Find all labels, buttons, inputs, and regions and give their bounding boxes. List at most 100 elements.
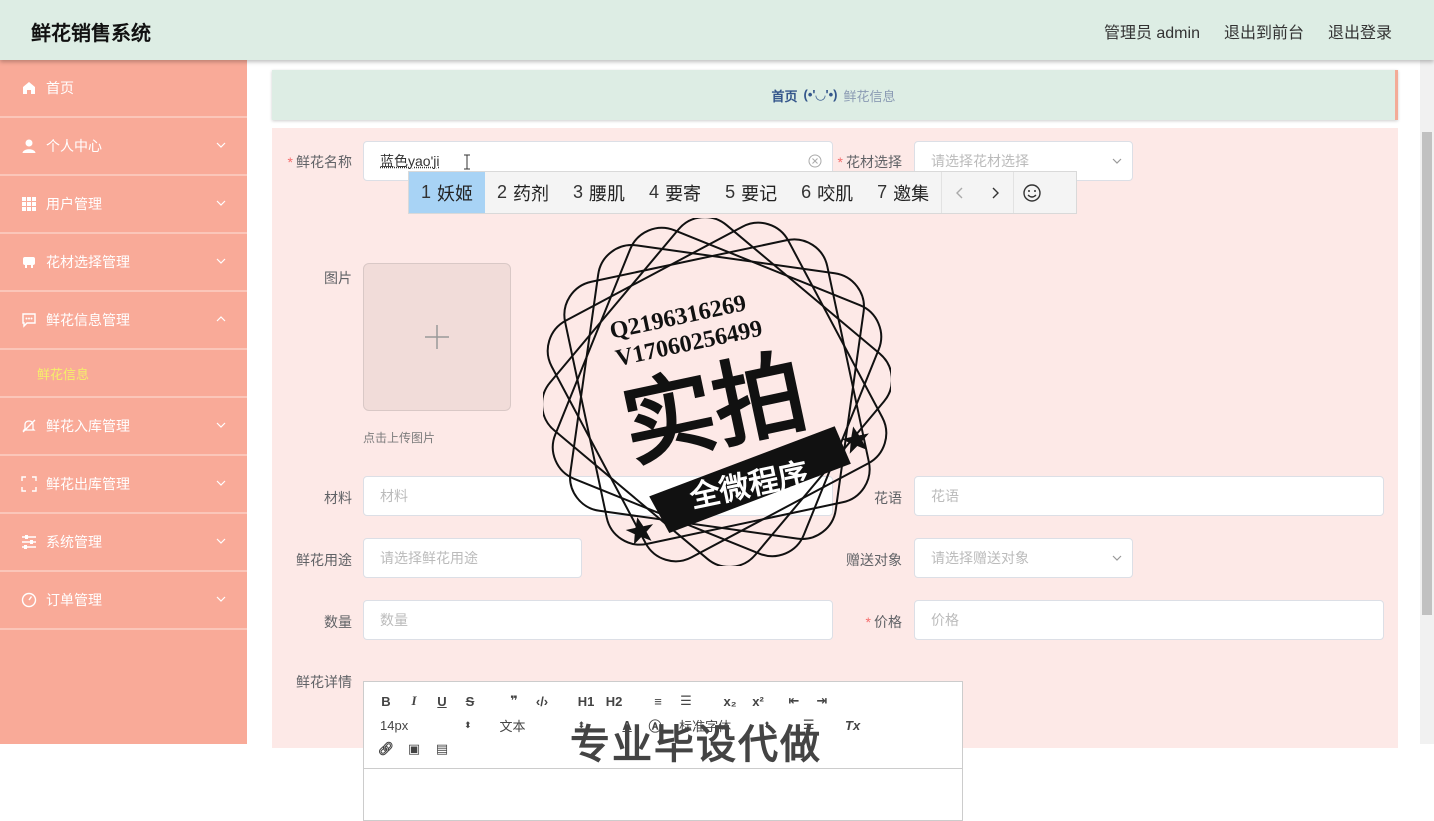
editor-toolbar-row-3: 🔗︎ ▣ ▤ <box>372 738 456 760</box>
scan-icon <box>21 476 37 492</box>
video-icon[interactable]: ▤ <box>428 738 456 760</box>
breadcrumb-current: 鲜花信息 <box>843 88 896 104</box>
bold-button[interactable]: B <box>372 690 400 712</box>
gift-target-placeholder: 请选择赠送对象 <box>931 550 1029 566</box>
sidebar-item-orders[interactable]: 订单管理 <box>0 572 247 630</box>
italic-button[interactable]: I <box>400 690 428 712</box>
price-input[interactable]: 价格 <box>914 600 1384 640</box>
required-mark: * <box>837 154 843 170</box>
admin-label[interactable]: 管理员 admin <box>1104 19 1200 43</box>
sidebar-item-label: 用户管理 <box>46 196 102 212</box>
quantity-label: 数量 <box>324 614 352 630</box>
link-icon[interactable]: 🔗︎ <box>372 738 400 760</box>
clear-format-icon[interactable]: Tx <box>839 714 867 736</box>
quantity-input[interactable]: 数量 <box>363 600 833 640</box>
ime-candidate[interactable]: 7 邀集 <box>865 172 941 213</box>
quote-button[interactable]: ❞ <box>500 690 528 712</box>
clear-icon[interactable] <box>808 154 822 168</box>
sidebar-item-flower-info[interactable]: 鲜花信息管理 <box>0 292 247 350</box>
chevron-down-icon <box>1112 555 1122 561</box>
sidebar-item-label: 花材选择管理 <box>46 254 130 270</box>
scrollbar-thumb[interactable] <box>1422 132 1432 615</box>
bell-off-icon <box>21 418 37 434</box>
sidebar-item-personal[interactable]: 个人中心 <box>0 118 247 176</box>
bullet-list-button[interactable]: ☰ <box>672 690 700 712</box>
code-button[interactable]: ‹/› <box>528 690 556 712</box>
usage-label: 鲜花用途 <box>296 552 352 568</box>
exit-to-front-link[interactable]: 退出到前台 <box>1224 19 1304 43</box>
sidebar-subitem-flower-info[interactable]: 鲜花信息 <box>0 350 247 398</box>
ordered-list-button[interactable]: ≡ <box>644 690 672 712</box>
underline-button[interactable]: U <box>428 690 456 712</box>
sidebar-item-label: 系统管理 <box>46 534 102 550</box>
strike-button[interactable]: S <box>456 690 484 712</box>
subscript-button[interactable]: x₂ <box>716 690 744 712</box>
superscript-button[interactable]: x² <box>744 690 772 712</box>
user-icon <box>21 138 37 154</box>
home-icon <box>21 80 37 96</box>
sidebar-item-stock-in[interactable]: 鲜花入库管理 <box>0 398 247 456</box>
sidebar-item-home[interactable]: 首页 <box>0 60 247 118</box>
chat-icon <box>21 312 37 328</box>
material-select-placeholder: 请选择花材选择 <box>931 153 1029 169</box>
sidebar-item-stock-out[interactable]: 鲜花出库管理 <box>0 456 247 514</box>
watermark-stamp: Q2196316269 V17060256499 实拍 全微程序 <box>543 218 891 566</box>
ime-candidate[interactable]: 5 要记 <box>713 172 789 213</box>
grid-icon <box>21 196 37 212</box>
material-label: 材料 <box>324 490 352 506</box>
plus-icon <box>425 325 449 349</box>
sidebar-item-system[interactable]: 系统管理 <box>0 514 247 572</box>
logout-link[interactable]: 退出登录 <box>1328 19 1392 43</box>
scrollbar[interactable] <box>1420 60 1434 744</box>
chevron-down-icon <box>216 422 226 428</box>
sidebar-item-users[interactable]: 用户管理 <box>0 176 247 234</box>
chevron-down-icon <box>216 480 226 486</box>
sidebar-item-material[interactable]: 花材选择管理 <box>0 234 247 292</box>
ime-candidate[interactable]: 3 腰肌 <box>561 172 637 213</box>
ime-candidate[interactable]: 4 要寄 <box>637 172 713 213</box>
detail-label: 鲜花详情 <box>296 674 352 690</box>
chevron-down-icon <box>216 538 226 544</box>
breadcrumb: 首页 (•'◡'•) 鲜花信息 <box>272 70 1398 120</box>
image-upload[interactable] <box>363 263 511 411</box>
ime-prev-icon[interactable] <box>941 172 977 213</box>
sidebar-item-label: 鲜花入库管理 <box>46 418 130 434</box>
ime-emoji-icon[interactable] <box>1013 172 1049 213</box>
ime-candidate[interactable]: 6 咬肌 <box>789 172 865 213</box>
sidebar-item-label: 鲜花信息管理 <box>46 312 130 328</box>
h1-button[interactable]: H1 <box>572 690 600 712</box>
text-cursor-icon <box>464 154 470 170</box>
image-label: 图片 <box>324 270 352 286</box>
ime-next-icon[interactable] <box>977 172 1013 213</box>
ime-candidate[interactable]: 2 药剂 <box>485 172 561 213</box>
name-label: * 鲜花名称 <box>287 154 352 170</box>
price-label: * 价格 <box>865 614 902 630</box>
flower-lang-input[interactable]: 花语 <box>914 476 1384 516</box>
sidebar-item-label: 个人中心 <box>46 138 102 154</box>
editor-toolbar-row-1: B I U S ❞ ‹/› H1 H2 ≡ ☰ x₂ x² ⇤ ⇥ <box>372 690 836 712</box>
select-arrows-icon: ⬍ <box>464 719 472 730</box>
gift-target-select[interactable]: 请选择赠送对象 <box>914 538 1133 578</box>
h2-button[interactable]: H2 <box>600 690 628 712</box>
breadcrumb-separator: (•'◡'•) <box>803 87 838 102</box>
sidebar: 首页 个人中心 用户管理 花材选择管理 鲜花信息管理 鲜花信息 鲜花入库管理 鲜… <box>0 60 247 744</box>
upload-hint: 点击上传图片 <box>363 431 436 445</box>
required-mark: * <box>287 154 293 170</box>
sidebar-item-label: 鲜花出库管理 <box>46 476 130 492</box>
top-bar: 鲜花销售系统 管理员 admin 退出到前台 退出登录 <box>0 0 1434 60</box>
block-format-select[interactable]: 文本 <box>500 716 578 735</box>
breadcrumb-home[interactable]: 首页 <box>772 86 798 105</box>
indent-button[interactable]: ⇥ <box>808 690 836 712</box>
app-title: 鲜花销售系统 <box>31 23 151 45</box>
required-mark: * <box>865 614 871 630</box>
font-size-select[interactable]: 14px <box>380 718 464 733</box>
material-select-label: * 花材选择 <box>837 154 902 170</box>
sidebar-item-label: 首页 <box>46 80 74 96</box>
dashboard-icon <box>21 592 37 608</box>
ime-candidate[interactable]: 1 妖姬 <box>409 172 486 213</box>
image-icon[interactable]: ▣ <box>400 738 428 760</box>
chevron-down-icon <box>216 596 226 602</box>
sidebar-item-label: 订单管理 <box>46 592 102 608</box>
tag-icon <box>21 254 37 270</box>
outdent-button[interactable]: ⇤ <box>780 690 808 712</box>
